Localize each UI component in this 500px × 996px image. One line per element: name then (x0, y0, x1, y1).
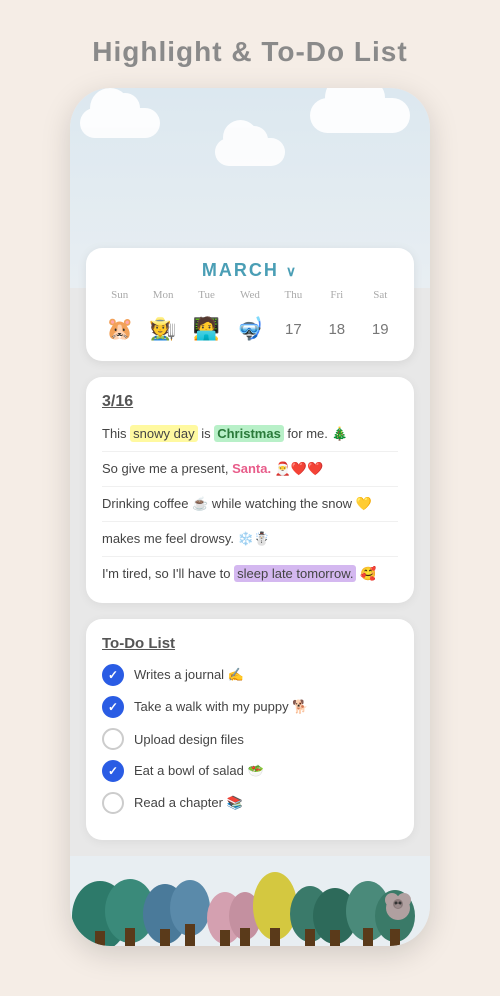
highlight-snowy: snowy day (130, 425, 197, 442)
todo-item-1[interactable]: Writes a journal ✍️ (102, 664, 398, 686)
highlight-santa: Santa. (232, 461, 271, 476)
weekday-sun: Sun (100, 289, 140, 301)
weekday-tue: Tue (187, 289, 227, 301)
cal-cell-sun[interactable]: 🐹 (100, 307, 140, 351)
cal-cell-17[interactable]: 17 (273, 307, 313, 351)
todo-check-1[interactable] (102, 664, 124, 686)
todo-label-5: Read a chapter 📚 (134, 795, 243, 811)
cal-cell-19[interactable]: 19 (360, 307, 400, 351)
highlight-christmas: Christmas (214, 425, 284, 442)
highlight-sleep: sleep late tomorrow. (234, 565, 356, 582)
calendar-row: 🐹 🧑‍🌾 🧑‍💻 🤿 17 18 19 (98, 307, 402, 351)
journal-line-2: So give me a present, Santa. 🎅❤️❤️ (102, 458, 398, 480)
todo-check-5[interactable] (102, 792, 124, 814)
weekday-sat: Sat (360, 289, 400, 301)
todo-item-2[interactable]: Take a walk with my puppy 🐕 (102, 696, 398, 718)
weekday-thu: Thu (273, 289, 313, 301)
weekday-mon: Mon (143, 289, 183, 301)
month-heart-icon: ∨ (286, 263, 298, 279)
todo-label-1: Writes a journal ✍️ (134, 667, 244, 683)
calendar-card: MARCH ∨ Sun Mon Tue Wed Thu Fri Sat 🐹 🧑‍… (86, 248, 414, 361)
forest-svg (70, 856, 430, 946)
forest-bottom (70, 856, 430, 946)
weekday-wed: Wed (230, 289, 270, 301)
todo-label-3: Upload design files (134, 732, 244, 747)
cloud-2 (310, 98, 410, 133)
weekdays-row: Sun Mon Tue Wed Thu Fri Sat (98, 289, 402, 301)
phone-frame: MARCH ∨ Sun Mon Tue Wed Thu Fri Sat 🐹 🧑‍… (70, 88, 430, 946)
journal-line-1: This snowy day is Christmas for me. 🎄 (102, 423, 398, 445)
cal-cell-mon[interactable]: 🧑‍🌾 (143, 307, 183, 351)
journal-line-5: I'm tired, so I'll have to sleep late to… (102, 563, 398, 585)
todo-check-2[interactable] (102, 696, 124, 718)
cal-cell-18[interactable]: 18 (317, 307, 357, 351)
todo-item-4[interactable]: Eat a bowl of salad 🥗 (102, 760, 398, 782)
journal-line-4: makes me feel drowsy. ❄️☃️ (102, 528, 398, 550)
month-header: MARCH ∨ (98, 260, 402, 281)
journal-card: 3/16 This snowy day is Christmas for me.… (86, 377, 414, 603)
todo-heading: To-Do List (102, 635, 398, 652)
journal-date: 3/16 (102, 393, 398, 411)
cloud-3 (215, 138, 285, 166)
todo-check-3[interactable] (102, 728, 124, 750)
page-title: Highlight & To-Do List (92, 36, 407, 68)
cloud-1 (80, 108, 160, 138)
todo-card: To-Do List Writes a journal ✍️ Take a wa… (86, 619, 414, 840)
cal-cell-wed[interactable]: 🤿 (230, 307, 270, 351)
todo-label-2: Take a walk with my puppy 🐕 (134, 699, 308, 715)
todo-item-5[interactable]: Read a chapter 📚 (102, 792, 398, 814)
weekday-fri: Fri (317, 289, 357, 301)
journal-line-3: Drinking coffee ☕ while watching the sno… (102, 493, 398, 515)
phone-inner: MARCH ∨ Sun Mon Tue Wed Thu Fri Sat 🐹 🧑‍… (70, 88, 430, 946)
todo-label-4: Eat a bowl of salad 🥗 (134, 763, 264, 779)
todo-check-4[interactable] (102, 760, 124, 782)
todo-item-3[interactable]: Upload design files (102, 728, 398, 750)
cal-cell-tue[interactable]: 🧑‍💻 (187, 307, 227, 351)
